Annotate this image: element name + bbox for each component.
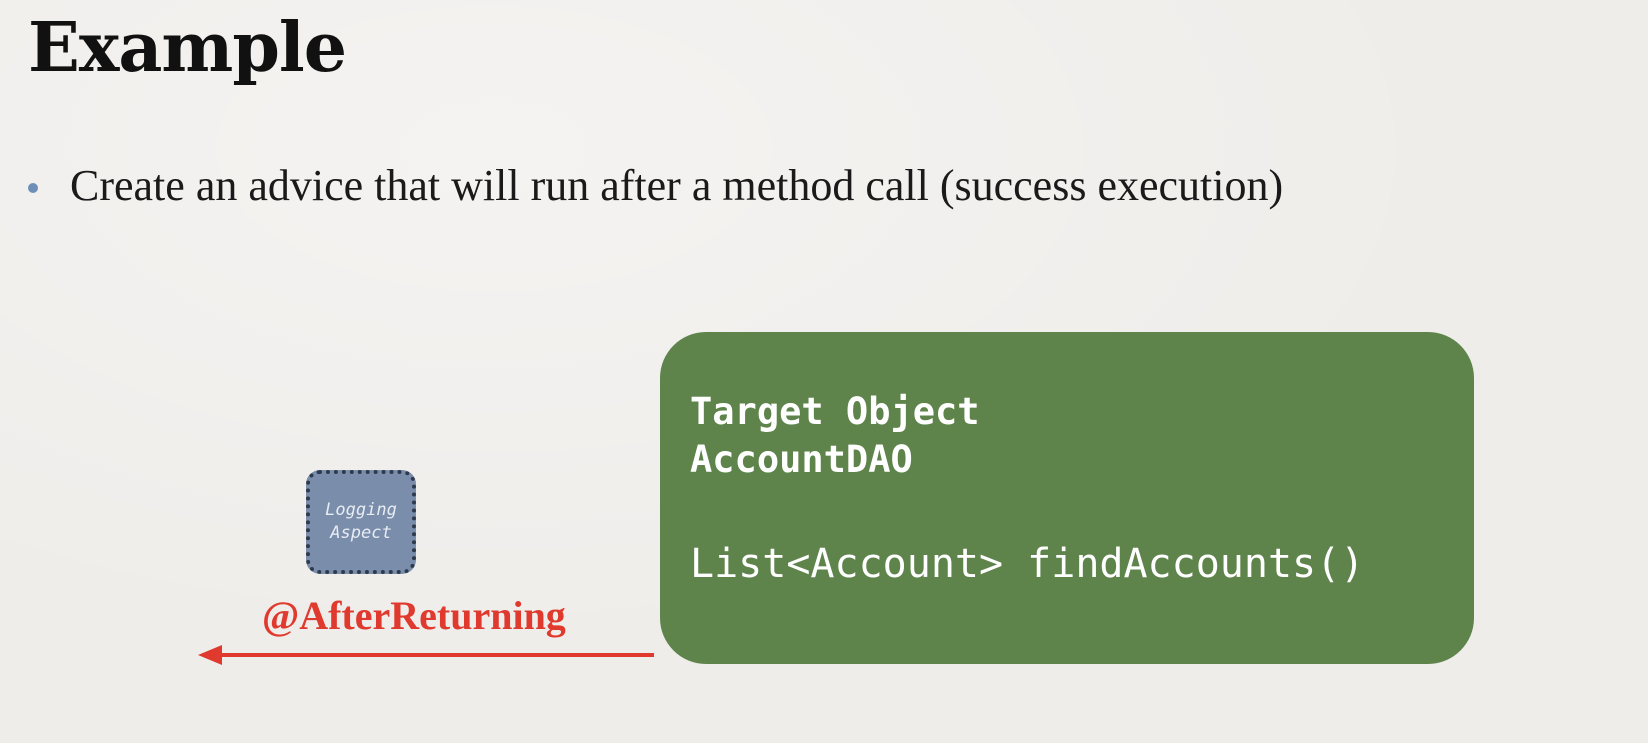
return-arrow-icon [198,645,654,665]
target-object-name: AccountDAO [690,438,913,482]
target-object-title: Target Object [690,390,980,433]
aspect-label-line2: Aspect [330,523,392,543]
target-object-box: Target Object AccountDAO List<Account> f… [660,332,1474,664]
return-arrow-head [198,645,222,665]
bullet-item: Create an advice that will run after a m… [28,161,1284,210]
logging-aspect-box: Logging Aspect [306,470,416,574]
bullet-dot-icon [28,183,38,194]
advice-label: @AfterReturning [262,593,566,638]
target-method-signature: List<Account> findAccounts() [690,541,1365,588]
slide-title: Example [28,8,347,88]
slide: Example Create an advice that will run a… [0,0,1648,743]
aspect-label-line1: Logging [325,500,397,521]
bullet-text: Create an advice that will run after a m… [70,161,1284,210]
